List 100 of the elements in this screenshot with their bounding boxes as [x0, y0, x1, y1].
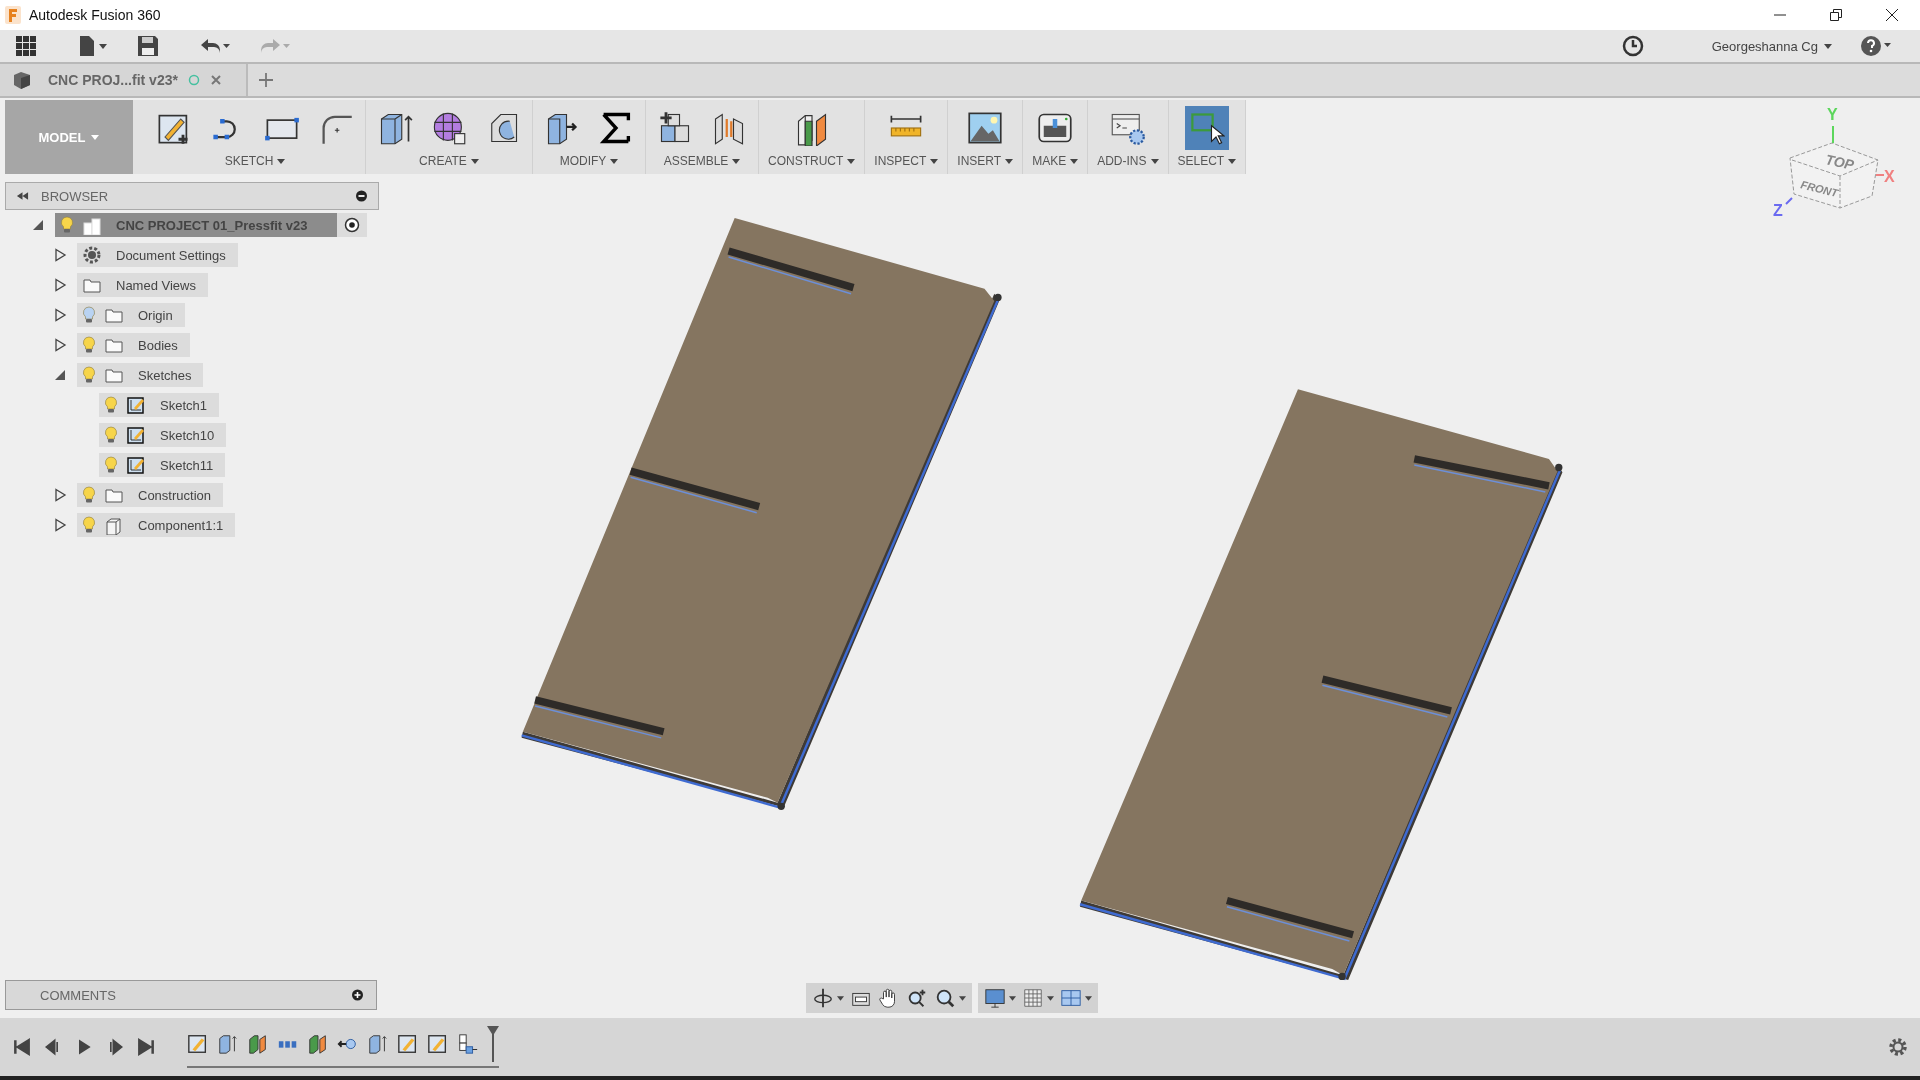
sketch-icon[interactable] — [427, 1033, 449, 1055]
sketch-icon[interactable] — [397, 1033, 419, 1055]
component-icon[interactable] — [457, 1033, 479, 1055]
skip-end-icon[interactable] — [136, 1037, 156, 1057]
save-icon[interactable] — [137, 35, 159, 57]
caret-icon — [847, 158, 856, 164]
light-bulb-icon[interactable] — [104, 456, 118, 474]
minus-circle-icon[interactable] — [355, 190, 368, 202]
caret-icon[interactable] — [837, 995, 844, 1001]
tree-item[interactable]: Sketch11 — [99, 453, 226, 477]
caret-icon[interactable] — [1009, 995, 1016, 1001]
plate-drawing[interactable] — [1079, 389, 1563, 981]
ribbon-menu[interactable]: MODIFY — [559, 150, 619, 168]
cube-icon — [12, 70, 32, 90]
tree-item[interactable]: Named Views — [77, 273, 208, 297]
grid-icon[interactable] — [1022, 987, 1044, 1009]
timeline-marker-icon[interactable] — [487, 1026, 499, 1062]
gear-icon — [82, 245, 102, 265]
caret-icon — [732, 158, 741, 164]
ribbon-menu[interactable]: CONSTRUCT — [768, 150, 856, 168]
expand-toggle-icon[interactable] — [53, 308, 67, 322]
zoom-icon[interactable] — [906, 987, 928, 1009]
expand-toggle-icon[interactable] — [53, 368, 67, 382]
design-icon — [82, 215, 102, 235]
ribbon-menu[interactable]: INSERT — [957, 150, 1014, 168]
light-bulb-icon[interactable] — [82, 486, 96, 504]
tree-item[interactable]: Document Settings — [77, 243, 238, 267]
tree-item[interactable]: Sketch1 — [99, 393, 219, 417]
user-menu[interactable]: Georgeshanna Cg — [1705, 37, 1838, 55]
display-icon[interactable] — [984, 987, 1006, 1009]
plate-drawing[interactable] — [521, 217, 1002, 810]
sketch-icon — [126, 425, 146, 445]
caret-icon — [1824, 43, 1832, 49]
close-icon[interactable] — [1885, 8, 1899, 22]
plane-icon[interactable] — [307, 1033, 329, 1055]
viewports-icon[interactable] — [1060, 987, 1082, 1009]
sketch-icon — [126, 395, 146, 415]
ribbon-menu[interactable]: SELECT — [1177, 150, 1237, 168]
axis-line — [1785, 197, 1793, 205]
caret-icon — [930, 158, 939, 164]
skip-start-icon[interactable] — [12, 1037, 32, 1057]
plus-icon[interactable] — [258, 72, 274, 88]
ribbon-menu[interactable]: ASSEMBLE — [663, 150, 741, 168]
expand-toggle-icon[interactable] — [53, 518, 67, 532]
file-icon[interactable] — [77, 35, 109, 57]
tree-item[interactable]: Sketches — [77, 363, 204, 387]
document-tab[interactable]: CNC PROJ...fit v23* — [0, 64, 248, 96]
light-bulb-icon[interactable] — [104, 426, 118, 444]
tree-item[interactable]: Origin — [77, 303, 185, 327]
circle-icon — [187, 74, 200, 86]
app-grid-icon[interactable] — [15, 35, 37, 57]
ribbon-menu[interactable]: MAKE — [1032, 150, 1079, 168]
tree-item[interactable]: Sketch10 — [99, 423, 227, 447]
help-icon[interactable] — [1860, 35, 1892, 57]
view-cube-face[interactable]: TOP — [1824, 151, 1856, 173]
ribbon-menu[interactable]: SKETCH — [224, 150, 286, 168]
view-cube-face[interactable]: FRONT — [1799, 178, 1840, 200]
expand-toggle-icon[interactable] — [53, 488, 67, 502]
caret-icon[interactable] — [959, 995, 966, 1001]
document-title: CNC PROJ...fit v23* — [48, 72, 178, 88]
caret-icon[interactable] — [1047, 995, 1054, 1001]
add-comment-icon[interactable] — [351, 989, 364, 1001]
caret-icon — [1150, 158, 1159, 164]
axis-label: Z — [1773, 202, 1783, 219]
window-title: Autodesk Fusion 360 — [29, 7, 161, 23]
radio-icon[interactable] — [344, 217, 360, 233]
axis-line — [1875, 174, 1885, 176]
expand-toggle-icon[interactable] — [53, 248, 67, 262]
expand-toggle-icon[interactable] — [53, 278, 67, 292]
expand-toggle-icon[interactable] — [31, 218, 45, 232]
clock-icon[interactable] — [1621, 35, 1644, 57]
light-bulb-icon[interactable] — [82, 366, 96, 384]
caret-icon — [277, 158, 286, 164]
selection-cursor-icon[interactable] — [1184, 106, 1229, 150]
light-bulb-icon[interactable] — [104, 396, 118, 414]
orbit-icon[interactable] — [812, 987, 834, 1009]
light-bulb-icon[interactable] — [60, 216, 74, 234]
extrude-icon[interactable] — [367, 1033, 389, 1055]
extrude-icon[interactable] — [217, 1033, 239, 1055]
light-bulb-icon[interactable] — [82, 516, 96, 534]
tree-item[interactable]: Component1:1 — [77, 513, 236, 537]
app-logo-icon — [5, 6, 21, 24]
light-bulb-icon[interactable] — [82, 336, 96, 354]
light-bulb-icon[interactable] — [82, 306, 96, 324]
caret-icon[interactable] — [1085, 995, 1092, 1001]
tree-item[interactable]: Construction — [77, 483, 223, 507]
ribbon-menu[interactable]: ADD-INS — [1097, 150, 1159, 168]
settings-icon[interactable] — [1888, 1037, 1908, 1057]
caret-icon — [1228, 158, 1237, 164]
caret-icon — [91, 134, 100, 140]
expand-toggle-icon[interactable] — [53, 338, 67, 352]
tree-item[interactable]: Bodies — [77, 333, 190, 357]
collapse-icon[interactable] — [16, 190, 29, 202]
sketch-icon[interactable] — [187, 1033, 209, 1055]
ribbon-menu[interactable]: CREATE — [419, 150, 479, 168]
zoom-window-icon[interactable] — [934, 987, 956, 1009]
restore-icon[interactable] — [1829, 8, 1843, 22]
view-cube[interactable]: TOP FRONT — [1789, 142, 1879, 209]
plane-icon[interactable] — [247, 1033, 269, 1055]
ribbon-menu[interactable]: INSPECT — [874, 150, 939, 168]
